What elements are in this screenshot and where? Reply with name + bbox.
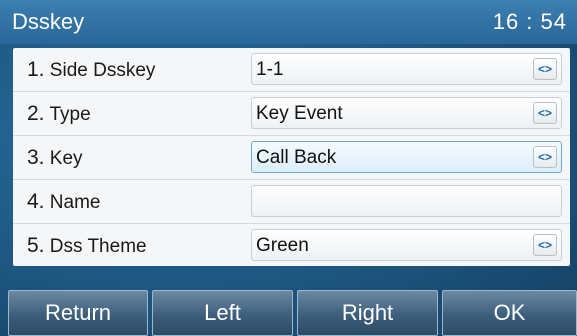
settings-list: 1. Side Dsskey 1-1 <> 2. Type Key Event …: [13, 48, 570, 266]
softkey-bar: Return Left Right OK: [0, 290, 577, 336]
row-label: 2. Type: [27, 102, 91, 125]
title-bar: Dsskey 16 : 54: [0, 0, 577, 44]
row-side-dsskey[interactable]: 1. Side Dsskey 1-1 <>: [13, 48, 570, 92]
row-label: 1. Side Dsskey: [27, 58, 156, 81]
row-label: 5. Dss Theme: [27, 234, 147, 257]
left-right-arrows-icon[interactable]: <>: [533, 146, 557, 168]
left-button[interactable]: Left: [152, 290, 293, 336]
return-button[interactable]: Return: [8, 290, 148, 336]
key-field[interactable]: Call Back <>: [251, 141, 562, 173]
ok-button[interactable]: OK: [442, 290, 577, 336]
row-name[interactable]: 4. Name: [13, 180, 570, 224]
row-dss-theme[interactable]: 5. Dss Theme Green <>: [13, 224, 570, 267]
row-label: 4. Name: [27, 190, 101, 213]
left-right-arrows-icon[interactable]: <>: [533, 102, 557, 124]
page-title: Dsskey: [12, 9, 85, 34]
phone-screen: Dsskey 16 : 54 1. Side Dsskey 1-1 <> 2. …: [0, 0, 577, 336]
side-dsskey-field[interactable]: 1-1 <>: [251, 53, 562, 85]
left-right-arrows-icon[interactable]: <>: [533, 58, 557, 80]
left-right-arrows-icon[interactable]: <>: [533, 234, 557, 256]
field-value: 1-1: [256, 59, 284, 80]
type-field[interactable]: Key Event <>: [251, 97, 562, 129]
name-input[interactable]: [251, 185, 562, 217]
clock: 16 : 54: [492, 9, 567, 34]
row-label: 3. Key: [27, 146, 83, 169]
right-button[interactable]: Right: [297, 290, 438, 336]
field-value: Green: [256, 235, 309, 256]
row-type[interactable]: 2. Type Key Event <>: [13, 92, 570, 136]
dss-theme-field[interactable]: Green <>: [251, 229, 562, 261]
field-value: Call Back: [256, 147, 337, 168]
row-key[interactable]: 3. Key Call Back <>: [13, 136, 570, 180]
field-value: Key Event: [256, 103, 343, 124]
